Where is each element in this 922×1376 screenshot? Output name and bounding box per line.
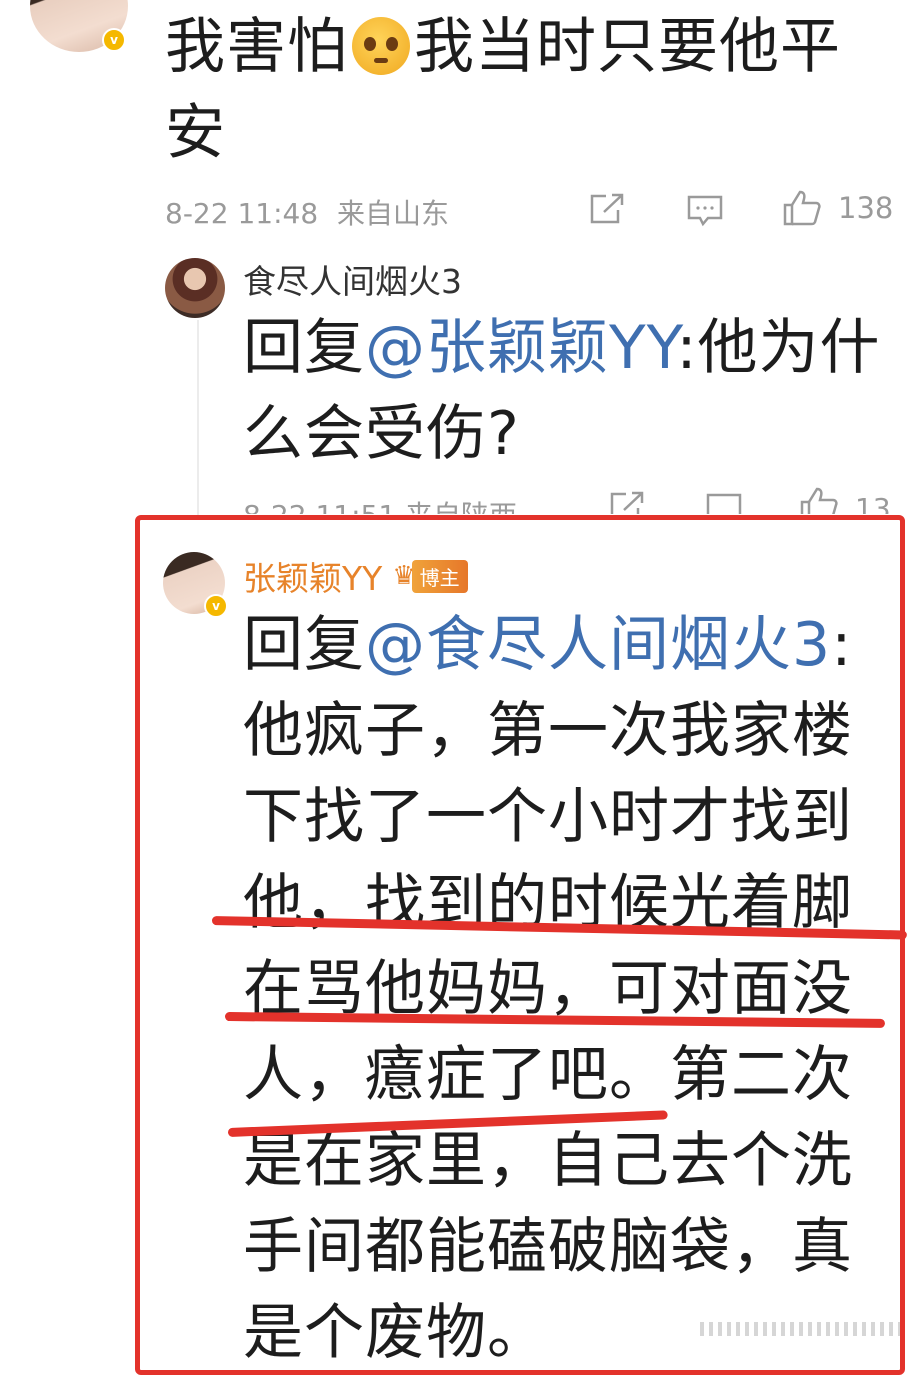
reply-meta-clipped: 8-22 11:51 来自陕西 13 xyxy=(243,486,903,514)
watermark-bar xyxy=(700,1322,900,1336)
reply-username[interactable]: 张颖颖YY ♛ 博主 xyxy=(243,552,468,600)
blogger-badge: 博主 xyxy=(411,559,468,593)
reply-author-avatar[interactable] xyxy=(165,258,225,318)
thumbs-up-icon[interactable] xyxy=(799,486,839,514)
reply-username[interactable]: 食尽人间烟火3 xyxy=(243,255,462,303)
pleading-face-emoji xyxy=(352,17,410,75)
share-icon[interactable] xyxy=(608,490,646,514)
reply-text: 回复@食尽人间烟火3:他疯子，第一次我家楼下找了一个小时才找到他，找到的时候光着… xyxy=(243,610,853,1368)
share-icon[interactable] xyxy=(588,192,626,226)
like-count: 13 xyxy=(855,492,891,514)
like-count: 138 xyxy=(838,191,894,225)
mention-link[interactable]: @食尽人间烟火3 xyxy=(365,610,831,680)
comment-icon[interactable] xyxy=(686,194,724,228)
comment-meta: 8-22 11:48 来自山东 xyxy=(165,192,449,232)
like-button[interactable]: 138 xyxy=(782,189,893,227)
comment-icon[interactable] xyxy=(705,492,743,514)
thumbs-up-icon xyxy=(782,189,822,227)
reply-meta: 8-22 11:51 来自陕西 xyxy=(243,494,517,514)
verified-badge-icon: v xyxy=(102,28,126,52)
comment-date: 8-22 11:48 xyxy=(165,197,319,230)
username-text: 张颖颖YY xyxy=(243,559,383,598)
thread-line xyxy=(197,320,199,520)
comment-location: 来自山东 xyxy=(337,197,450,230)
verified-badge-icon: v xyxy=(204,594,228,618)
mention-link[interactable]: @张颖颖YY xyxy=(365,313,676,383)
reply-text: 回复@张颖颖YY:他为什么会受伤? xyxy=(243,313,881,469)
comment-text: 我害怕 我当时只要他平安 xyxy=(165,12,841,168)
